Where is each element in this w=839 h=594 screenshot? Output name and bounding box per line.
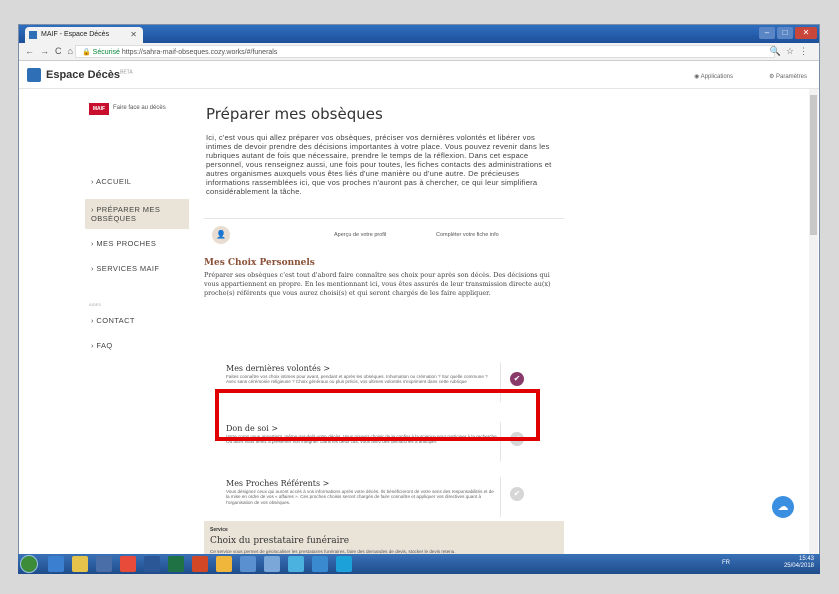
- app-icon[interactable]: [216, 556, 232, 572]
- url-text: https://sahra-maif-obseques.cozy.works/#…: [121, 49, 278, 56]
- address-bar-row: ←→C⌂ 🔒 Sécurisé https://sahra-maif-obseq…: [19, 43, 819, 61]
- sidebar-item-contact[interactable]: › CONTACT: [85, 316, 189, 330]
- intro-text: Ici, c'est vous qui allez préparer vos o…: [206, 133, 552, 196]
- maximize-button[interactable]: □: [777, 27, 793, 39]
- window-controls: – □ ✕: [759, 27, 817, 39]
- app-logo-icon: [27, 68, 41, 82]
- profile-preview-link[interactable]: Aperçu de votre profil: [334, 232, 386, 238]
- lock-icon: 🔒: [82, 49, 91, 56]
- app-icon[interactable]: [288, 556, 304, 572]
- card-text: Vous désignez ceux qui auront accès à vo…: [226, 489, 494, 505]
- maif-logo: MAIF: [89, 103, 109, 115]
- card-proches-referents[interactable]: Mes Proches Référents > Vous désignez ce…: [218, 475, 538, 525]
- choices-intro: Préparer ses obsèques c'est tout d'abord…: [204, 271, 551, 298]
- skype-icon[interactable]: [336, 556, 352, 572]
- powerpoint-icon[interactable]: [192, 556, 208, 572]
- sidebar-tagline: Faire face au décès: [113, 105, 166, 111]
- check-icon: ✔: [510, 487, 524, 501]
- start-button[interactable]: [20, 555, 38, 573]
- settings-link[interactable]: ⚙ Paramètres: [769, 73, 807, 80]
- browser-actions[interactable]: 🔍☆⋮: [770, 46, 813, 57]
- tab-favicon-icon: [29, 31, 37, 39]
- nav-buttons[interactable]: ←→C⌂: [25, 46, 79, 56]
- help-fab-button[interactable]: ☁: [772, 496, 794, 518]
- sidebar-item-services[interactable]: › SERVICES MAIF: [85, 264, 189, 278]
- ie-icon[interactable]: [48, 556, 64, 572]
- sidebar-item-faq[interactable]: › FAQ: [85, 341, 189, 355]
- app-header: Espace DécèsBETA ◉ Applications ⚙ Paramè…: [19, 61, 819, 89]
- card-divider: [500, 477, 501, 517]
- app-title: Espace DécèsBETA: [46, 69, 133, 81]
- app-icon[interactable]: [312, 556, 328, 572]
- tab-close-icon[interactable]: ✕: [130, 30, 137, 39]
- sidebar-item-accueil[interactable]: › ACCUEIL: [85, 177, 189, 191]
- app-icon[interactable]: [264, 556, 280, 572]
- sidebar-item-mes-proches[interactable]: › MES PROCHES: [85, 239, 189, 253]
- service-label: Service: [210, 527, 228, 533]
- card-title[interactable]: Mes dernières volontés >: [226, 364, 330, 373]
- scrollbar[interactable]: [809, 89, 818, 573]
- taskbar: FR 15:43 25/04/2018: [18, 554, 820, 574]
- browser-titlebar: MAIF - Espace Décès ✕ – □ ✕: [19, 25, 819, 43]
- check-icon: ✔: [510, 372, 524, 386]
- excel-icon[interactable]: [168, 556, 184, 572]
- profile-complete-link[interactable]: Compléter votre fiche info: [436, 232, 499, 238]
- clock[interactable]: 15:43 25/04/2018: [784, 556, 814, 570]
- sidebar-item-preparer[interactable]: › PRÉPARER MES OBSÈQUES: [85, 199, 189, 229]
- page-title: Préparer mes obsèques: [206, 105, 383, 123]
- card-title[interactable]: Mes Proches Référents >: [226, 479, 329, 488]
- browser-window: MAIF - Espace Décès ✕ – □ ✕ ←→C⌂ 🔒 Sécur…: [18, 24, 820, 574]
- profile-bar: 👤 Aperçu de votre profil Compléter votre…: [204, 218, 564, 252]
- media-icon[interactable]: [96, 556, 112, 572]
- browser-tab[interactable]: MAIF - Espace Décès ✕: [25, 27, 143, 43]
- minimize-button[interactable]: –: [759, 27, 775, 39]
- tab-title: MAIF - Espace Décès: [41, 31, 110, 38]
- card-text: Faites connaître vos choix intimes pour …: [226, 374, 488, 385]
- address-bar[interactable]: 🔒 Sécurisé https://sahra-maif-obseques.c…: [75, 45, 775, 58]
- main-content: Préparer mes obsèques Ici, c'est vous qu…: [204, 89, 564, 573]
- folder-icon[interactable]: [72, 556, 88, 572]
- choices-title: Mes Choix Personnels: [204, 258, 315, 268]
- sidebar-separator: AIDES: [89, 302, 102, 307]
- word-icon[interactable]: [144, 556, 160, 572]
- profile-icon[interactable]: 👤: [212, 226, 230, 244]
- language-indicator[interactable]: FR: [722, 560, 730, 566]
- app-icon[interactable]: [240, 556, 256, 572]
- sidebar: MAIF Faire face au décès › ACCUEIL › PRÉ…: [85, 89, 189, 569]
- scrollbar-thumb[interactable]: [810, 95, 817, 235]
- close-window-button[interactable]: ✕: [795, 27, 817, 39]
- beta-badge: BETA: [120, 69, 133, 76]
- highlight-box: [215, 389, 540, 441]
- applications-link[interactable]: ◉ Applications: [694, 73, 733, 80]
- chrome-icon[interactable]: [120, 556, 136, 572]
- service-title: Choix du prestataire funéraire: [210, 536, 350, 546]
- security-label: Sécurisé: [92, 49, 120, 56]
